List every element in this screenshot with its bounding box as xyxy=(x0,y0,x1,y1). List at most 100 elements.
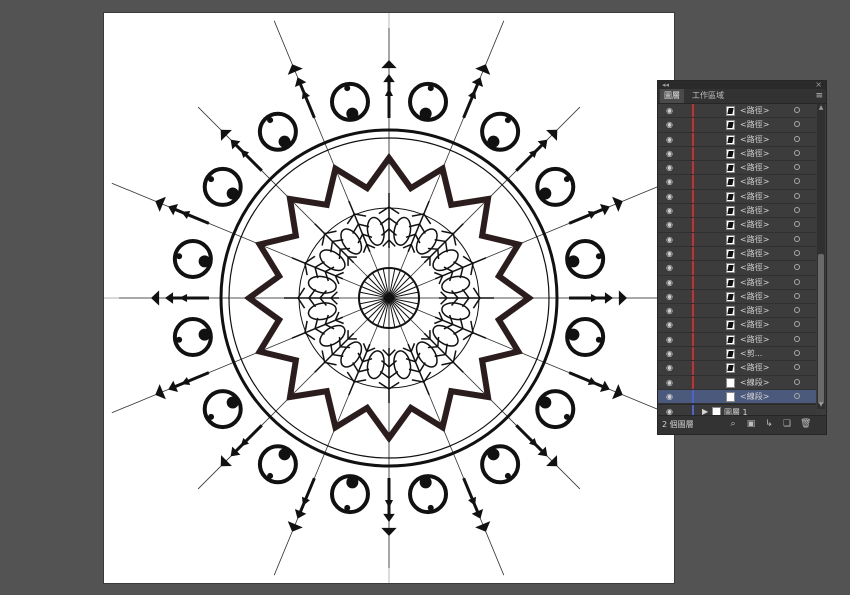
scrollbar-thumb[interactable] xyxy=(818,254,824,404)
item-label[interactable]: <路徑> xyxy=(740,318,769,332)
visibility-eye-icon[interactable]: ◉ xyxy=(666,392,673,401)
visibility-eye-icon[interactable]: ◉ xyxy=(666,292,673,301)
layer-item-row[interactable]: ◉ <路徑> xyxy=(658,104,816,119)
mandala-artwork[interactable] xyxy=(104,13,674,583)
target-circle-icon[interactable] xyxy=(794,107,800,113)
layer-item-row[interactable]: ◉ <路徑> xyxy=(658,318,816,333)
target-circle-icon[interactable] xyxy=(794,178,800,185)
visibility-eye-icon[interactable]: ◉ xyxy=(666,107,673,115)
visibility-eye-icon[interactable]: ◉ xyxy=(666,307,673,315)
target-circle-icon[interactable] xyxy=(794,321,800,328)
item-label[interactable]: <路徑> xyxy=(740,147,769,161)
visibility-eye-icon[interactable]: ◉ xyxy=(666,221,673,229)
panel-menu-icon[interactable]: ≡ xyxy=(815,90,823,102)
target-circle-icon[interactable] xyxy=(794,135,800,142)
target-circle-icon[interactable] xyxy=(794,378,800,385)
target-circle-icon[interactable] xyxy=(794,164,800,171)
make-clipping-mask-icon[interactable]: ▣ xyxy=(746,419,756,429)
visibility-eye-icon[interactable]: ◉ xyxy=(666,192,673,201)
visibility-eye-icon[interactable]: ◉ xyxy=(666,121,673,129)
layer-item-row[interactable]: ◉ <路徑> xyxy=(658,261,816,276)
item-label[interactable]: <路徑> xyxy=(740,290,769,304)
item-label[interactable]: <路徑> xyxy=(740,204,769,218)
visibility-eye-icon[interactable]: ◉ xyxy=(666,364,673,372)
target-circle-icon[interactable] xyxy=(794,350,800,357)
close-icon[interactable]: × xyxy=(815,81,822,89)
target-circle-icon[interactable] xyxy=(794,207,800,214)
visibility-eye-icon[interactable]: ◉ xyxy=(666,135,673,144)
visibility-eye-icon[interactable]: ◉ xyxy=(666,178,673,186)
item-label[interactable]: <路徑> xyxy=(740,161,769,175)
item-label[interactable]: <路徑> xyxy=(740,261,769,275)
panel-title-bar[interactable]: ◂◂ × xyxy=(658,81,826,89)
item-label[interactable]: <路徑> xyxy=(740,276,769,290)
delete-icon[interactable]: 🗑 xyxy=(800,419,811,429)
layer-item-row[interactable]: ◉ <路徑> xyxy=(658,275,816,290)
item-label[interactable]: <路徑> xyxy=(740,190,769,204)
layer-item-row[interactable]: ◉ <路徑> xyxy=(658,332,816,348)
tab-layers[interactable]: 圖層 xyxy=(660,89,684,103)
item-label[interactable]: <路徑> xyxy=(740,247,769,261)
layer-item-row[interactable]: ◉ <路徑> xyxy=(658,161,816,176)
layer-item-row[interactable]: ◉ <路徑> xyxy=(658,118,816,133)
layer-item-row[interactable]: ◉ <路徑> xyxy=(658,189,816,205)
target-circle-icon[interactable] xyxy=(794,149,800,156)
collapse-icon[interactable]: ◂◂ xyxy=(662,81,669,89)
item-label[interactable]: <路徑> xyxy=(740,104,769,118)
new-sublayer-icon[interactable]: ↳ xyxy=(764,419,774,429)
item-label[interactable]: <路徑> xyxy=(740,118,769,132)
item-label[interactable]: <線段> xyxy=(740,390,769,404)
layer-item-row[interactable]: ◉ <路徑> xyxy=(658,289,816,305)
target-circle-icon[interactable] xyxy=(794,192,800,199)
scroll-up-icon[interactable]: ▲ xyxy=(817,104,825,112)
visibility-eye-icon[interactable]: ◉ xyxy=(666,207,673,215)
target-circle-icon[interactable] xyxy=(794,392,800,399)
target-circle-icon[interactable] xyxy=(794,335,800,342)
layer-item-row[interactable]: ◉ <線段> xyxy=(658,375,816,390)
layer-item-row[interactable]: ◉ <路徑> xyxy=(658,132,816,147)
layer-item-row[interactable]: ◉ <線段> xyxy=(658,389,816,405)
scrollbar[interactable]: ▲ ▼ xyxy=(817,104,825,409)
new-layer-icon[interactable]: ❏ xyxy=(782,419,792,429)
layer-item-row[interactable]: ◉ <路徑> xyxy=(658,204,816,219)
target-circle-icon[interactable] xyxy=(794,249,800,256)
visibility-eye-icon[interactable]: ◉ xyxy=(666,278,673,287)
item-label[interactable]: <路徑> xyxy=(740,233,769,247)
layer-item-row[interactable]: ◉ <路徑> xyxy=(658,218,816,233)
item-label[interactable]: <路徑> xyxy=(740,333,769,347)
layer-item-row[interactable]: ◉ <路徑> xyxy=(658,361,816,376)
visibility-eye-icon[interactable]: ◉ xyxy=(666,149,673,158)
visibility-eye-icon[interactable]: ◉ xyxy=(666,321,673,329)
target-circle-icon[interactable] xyxy=(794,235,800,242)
tab-artboards[interactable]: 工作區域 xyxy=(688,89,728,103)
layer-item-row[interactable]: ◉ <路徑> xyxy=(658,246,816,262)
item-label[interactable]: <路徑> xyxy=(740,218,769,232)
visibility-eye-icon[interactable]: ◉ xyxy=(666,249,673,258)
target-circle-icon[interactable] xyxy=(794,278,800,285)
target-circle-icon[interactable] xyxy=(794,292,800,299)
layer-item-row[interactable]: ◉ <路徑> xyxy=(658,146,816,162)
target-circle-icon[interactable] xyxy=(794,307,800,314)
locate-object-icon[interactable]: ⌕ xyxy=(728,419,738,429)
item-label[interactable]: <路徑> xyxy=(740,361,769,375)
target-circle-icon[interactable] xyxy=(794,264,800,271)
item-label[interactable]: <剪... xyxy=(740,347,762,361)
visibility-eye-icon[interactable]: ◉ xyxy=(666,335,673,344)
layer-item-row[interactable]: ◉ <路徑> xyxy=(658,304,816,319)
visibility-eye-icon[interactable]: ◉ xyxy=(666,350,673,358)
item-label[interactable]: <線段> xyxy=(740,376,769,390)
item-label[interactable]: <路徑> xyxy=(740,133,769,147)
layer-item-row[interactable]: ◉ <路徑> xyxy=(658,175,816,190)
artboard[interactable] xyxy=(104,13,674,583)
target-circle-icon[interactable] xyxy=(794,121,800,128)
visibility-eye-icon[interactable]: ◉ xyxy=(666,164,673,172)
layer-item-row[interactable]: ◉ <路徑> xyxy=(658,232,816,247)
item-label[interactable]: <路徑> xyxy=(740,175,769,189)
item-label[interactable]: <路徑> xyxy=(740,304,769,318)
scroll-down-icon[interactable]: ▼ xyxy=(817,401,825,409)
visibility-eye-icon[interactable]: ◉ xyxy=(666,235,673,244)
target-circle-icon[interactable] xyxy=(794,364,800,371)
layer-item-row[interactable]: ◉ <剪... xyxy=(658,347,816,362)
target-circle-icon[interactable] xyxy=(794,221,800,228)
visibility-eye-icon[interactable]: ◉ xyxy=(666,264,673,272)
